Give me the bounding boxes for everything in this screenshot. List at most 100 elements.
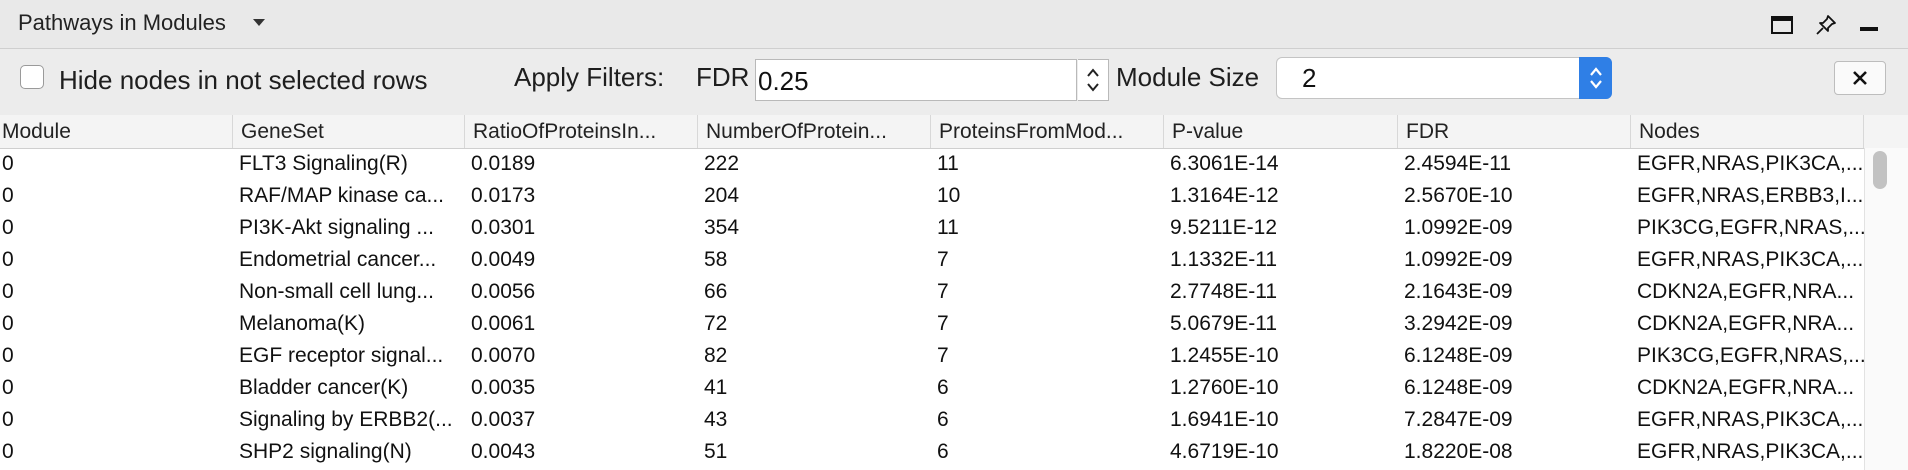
cell-pvalue: 6.3061E-14 bbox=[1170, 152, 1279, 175]
cell-proteins-from-module: 7 bbox=[937, 248, 949, 271]
cell-module: 0 bbox=[2, 376, 14, 399]
cell-pvalue: 5.0679E-11 bbox=[1170, 312, 1278, 335]
cell-number: 58 bbox=[704, 248, 728, 271]
table-row[interactable]: 0 SHP2 signaling(N) 0.0043 51 6 4.6719E-… bbox=[0, 436, 1864, 468]
fdr-label: FDR bbox=[696, 62, 750, 92]
cell-ratio: 0.0070 bbox=[471, 344, 536, 367]
cell-proteins-from-module: 10 bbox=[937, 184, 961, 207]
cell-number: 222 bbox=[704, 152, 740, 175]
cell-ratio: 0.0061 bbox=[471, 312, 536, 335]
stepper-arrows-icon[interactable] bbox=[1085, 65, 1101, 95]
cell-module: 0 bbox=[2, 216, 14, 239]
cell-ratio: 0.0043 bbox=[471, 440, 536, 463]
cell-pvalue: 4.6719E-10 bbox=[1170, 440, 1279, 463]
cell-fdr: 1.0992E-09 bbox=[1404, 248, 1513, 271]
select-arrows-icon[interactable] bbox=[1579, 57, 1612, 99]
window-icon[interactable] bbox=[1768, 11, 1796, 39]
cell-nodes: CDKN2A,EGFR,NRA... bbox=[1637, 312, 1855, 335]
module-size-label: Module Size bbox=[1116, 62, 1260, 92]
table-header: Module GeneSet RatioOfProteinsIn... Numb… bbox=[0, 115, 1864, 149]
table-row[interactable]: 0 RAF/MAP kinase ca... 0.0173 204 10 1.3… bbox=[0, 180, 1864, 212]
cell-pvalue: 1.1332E-11 bbox=[1170, 248, 1278, 271]
cell-geneset: Non-small cell lung... bbox=[239, 280, 434, 303]
cell-geneset: Bladder cancer(K) bbox=[239, 376, 409, 399]
cell-module: 0 bbox=[2, 280, 14, 303]
module-size-select[interactable]: 2 bbox=[1276, 57, 1612, 99]
close-button[interactable] bbox=[1834, 61, 1886, 95]
table-row[interactable]: 0 EGF receptor signal... 0.0070 82 7 1.2… bbox=[0, 340, 1864, 372]
cell-nodes: EGFR,NRAS,PIK3CA,... bbox=[1637, 440, 1864, 463]
cell-geneset: EGF receptor signal... bbox=[239, 344, 444, 367]
column-header-number[interactable]: NumberOfProtein... bbox=[698, 115, 931, 148]
scrollbar-thumb[interactable] bbox=[1873, 151, 1887, 189]
cell-proteins-from-module: 6 bbox=[937, 440, 949, 463]
minimize-icon[interactable] bbox=[1855, 11, 1883, 39]
cell-number: 82 bbox=[704, 344, 728, 367]
cell-proteins-from-module: 7 bbox=[937, 344, 949, 367]
cell-module: 0 bbox=[2, 184, 14, 207]
table-row[interactable]: 0 Signaling by ERBB2(... 0.0037 43 6 1.6… bbox=[0, 404, 1864, 436]
cell-nodes: PIK3CG,EGFR,NRAS,... bbox=[1637, 216, 1864, 239]
column-header-ratio[interactable]: RatioOfProteinsIn... bbox=[465, 115, 698, 148]
cell-pvalue: 9.5211E-12 bbox=[1170, 216, 1278, 239]
column-header-nodes[interactable]: Nodes bbox=[1631, 115, 1864, 148]
table-row[interactable]: 0 Melanoma(K) 0.0061 72 7 5.0679E-11 3.2… bbox=[0, 308, 1864, 340]
cell-proteins-from-module: 6 bbox=[937, 408, 949, 431]
column-header-fdr[interactable]: FDR bbox=[1398, 115, 1631, 148]
hide-nodes-checkbox[interactable] bbox=[20, 65, 44, 89]
cell-geneset: PI3K-Akt signaling ... bbox=[239, 216, 434, 239]
cell-fdr: 7.2847E-09 bbox=[1404, 408, 1513, 431]
table-row[interactable]: 0 FLT3 Signaling(R) 0.0189 222 11 6.3061… bbox=[0, 148, 1864, 180]
cell-pvalue: 1.2760E-10 bbox=[1170, 376, 1279, 399]
table-row[interactable]: 0 PI3K-Akt signaling ... 0.0301 354 11 9… bbox=[0, 212, 1864, 244]
cell-fdr: 1.8220E-08 bbox=[1404, 440, 1513, 463]
cell-fdr: 3.2942E-09 bbox=[1404, 312, 1513, 335]
cell-geneset: Endometrial cancer... bbox=[239, 248, 437, 271]
cell-fdr: 1.0992E-09 bbox=[1404, 216, 1513, 239]
cell-number: 51 bbox=[704, 440, 728, 463]
cell-number: 41 bbox=[704, 376, 728, 399]
cell-nodes: EGFR,NRAS,ERBB3,I... bbox=[1637, 184, 1864, 207]
table-row[interactable]: 0 Endometrial cancer... 0.0049 58 7 1.13… bbox=[0, 244, 1864, 276]
cell-ratio: 0.0189 bbox=[471, 152, 536, 175]
cell-geneset: SHP2 signaling(N) bbox=[239, 440, 412, 463]
pathways-panel: Pathways in Modules Hide nodes in not se… bbox=[0, 0, 1908, 470]
cell-fdr: 2.5670E-10 bbox=[1404, 184, 1513, 207]
column-header-geneset[interactable]: GeneSet bbox=[233, 115, 465, 148]
cell-fdr: 2.1643E-09 bbox=[1404, 280, 1513, 303]
cell-number: 72 bbox=[704, 312, 728, 335]
pin-icon[interactable] bbox=[1812, 11, 1840, 39]
table-row[interactable]: 0 Non-small cell lung... 0.0056 66 7 2.7… bbox=[0, 276, 1864, 308]
table-row[interactable]: 0 Bladder cancer(K) 0.0035 41 6 1.2760E-… bbox=[0, 372, 1864, 404]
cell-ratio: 0.0037 bbox=[471, 408, 536, 431]
cell-module: 0 bbox=[2, 312, 14, 335]
cell-proteins-from-module: 11 bbox=[937, 216, 959, 239]
cell-pvalue: 1.6941E-10 bbox=[1170, 408, 1279, 431]
fdr-input[interactable]: 0.25 bbox=[755, 59, 1077, 101]
cell-proteins-from-module: 7 bbox=[937, 312, 949, 335]
scroll-corner bbox=[1864, 115, 1908, 149]
chevron-down-icon[interactable] bbox=[250, 14, 268, 32]
column-header-module[interactable]: Module bbox=[0, 115, 233, 148]
filter-bar: Hide nodes in not selected rows Apply Fi… bbox=[0, 49, 1908, 114]
vertical-scrollbar[interactable] bbox=[1864, 148, 1908, 470]
panel-title[interactable]: Pathways in Modules bbox=[18, 10, 226, 36]
column-header-pvalue[interactable]: P-value bbox=[1164, 115, 1398, 148]
cell-ratio: 0.0035 bbox=[471, 376, 536, 399]
cell-fdr: 2.4594E-11 bbox=[1404, 152, 1512, 175]
column-header-proteins-from-module[interactable]: ProteinsFromMod... bbox=[931, 115, 1164, 148]
cell-pvalue: 1.2455E-10 bbox=[1170, 344, 1279, 367]
cell-module: 0 bbox=[2, 408, 14, 431]
cell-proteins-from-module: 11 bbox=[937, 152, 959, 175]
cell-geneset: Signaling by ERBB2(... bbox=[239, 408, 453, 431]
close-icon bbox=[1853, 71, 1867, 85]
cell-ratio: 0.0049 bbox=[471, 248, 536, 271]
cell-proteins-from-module: 7 bbox=[937, 280, 949, 303]
cell-nodes: EGFR,NRAS,PIK3CA,... bbox=[1637, 408, 1864, 431]
cell-nodes: EGFR,NRAS,PIK3CA,... bbox=[1637, 248, 1864, 271]
apply-filters-label: Apply Filters: bbox=[514, 62, 665, 92]
cell-proteins-from-module: 6 bbox=[937, 376, 949, 399]
cell-geneset: FLT3 Signaling(R) bbox=[239, 152, 408, 175]
fdr-stepper[interactable] bbox=[1078, 59, 1109, 101]
hide-nodes-label[interactable]: Hide nodes in not selected rows bbox=[59, 65, 428, 96]
